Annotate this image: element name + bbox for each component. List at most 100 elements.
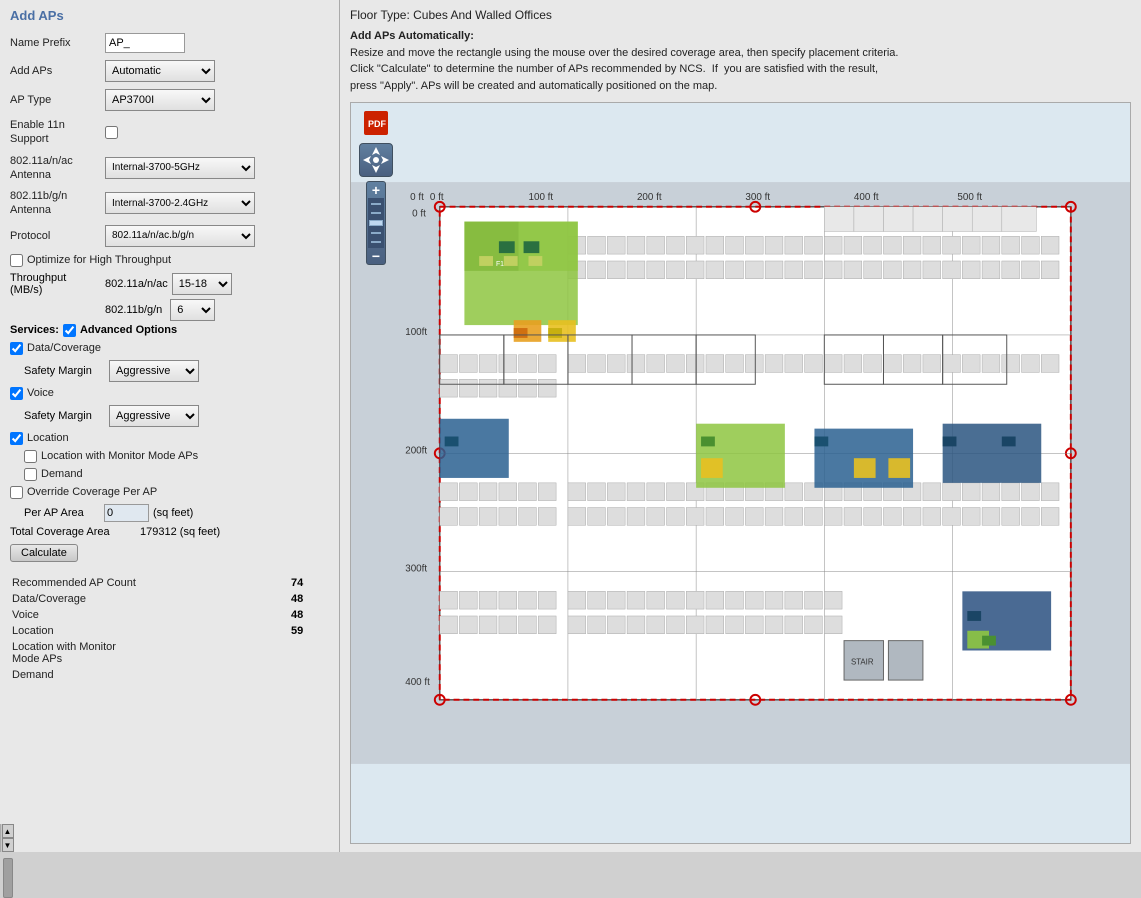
name-prefix-label: Name Prefix [10,36,105,50]
location-monitor-row: Location with Monitor Mode APs [24,450,329,463]
add-aps-select[interactable]: Automatic Manual [105,60,215,82]
throughput-b-row: 802.11b/g/n 6 12 [105,299,329,321]
data-coverage-result-label: Data/Coverage [12,592,281,606]
map-toolbar: PDF + [359,111,393,265]
name-prefix-row: Name Prefix [10,33,329,53]
svg-text:STAIR: STAIR [851,657,874,666]
data-coverage-result-value: 48 [283,592,327,606]
enable-11n-row: Enable 11nSupport [10,118,329,147]
calculate-button[interactable]: Calculate [10,544,78,562]
zoom-plus-btn[interactable]: + [366,182,386,198]
svg-text:500 ft: 500 ft [957,192,982,203]
instructions: Add APs Automatically: Resize and move t… [350,28,1131,94]
svg-text:PDF: PDF [368,119,386,129]
voice-result-value: 48 [283,608,327,622]
location-monitor-result-label: Location with MonitorMode APs [12,640,281,666]
per-ap-area-label: Per AP Area [24,507,104,519]
antenna-b-label: 802.11b/g/nAntenna [10,189,105,218]
data-coverage-checkbox[interactable] [10,342,23,355]
add-aps-row: Add APs Automatic Manual [10,60,329,82]
svg-text:0 ft: 0 ft [412,209,426,220]
per-ap-area-input[interactable] [104,504,149,522]
total-coverage-row: Total Coverage Area 179312 (sq feet) [10,526,329,538]
data-safety-margin-select[interactable]: Aggressive Nominal Conservative [109,360,199,382]
enable-11n-checkbox[interactable] [105,126,118,139]
add-aps-label: Add APs [10,64,105,78]
name-prefix-input[interactable] [105,33,185,53]
antenna-a-label: 802.11a/n/acAntenna [10,154,105,183]
location-label: Location [27,432,69,444]
data-coverage-result-row: Data/Coverage 48 [12,592,327,606]
protocol-label: Protocol [10,229,105,243]
voice-result-label: Voice [12,608,281,622]
zoom-minus-btn[interactable]: − [366,248,386,264]
throughput-label: Throughput(MB/s) [10,272,105,296]
location-result-row: Location 59 [12,624,327,638]
scroll-down-btn[interactable]: ▼ [2,838,14,852]
antenna-a-row: 802.11a/n/acAntenna Internal-3700-5GHz [10,154,329,183]
override-row: Override Coverage Per AP [10,486,329,499]
sq-feet-label: (sq feet) [153,507,193,519]
svg-text:200ft: 200ft [405,445,427,456]
floor-type-label: Floor Type: Cubes And Walled Offices [350,8,1131,22]
instruction-title: Add APs Automatically: [350,30,474,42]
location-monitor-label: Location with Monitor Mode APs [41,450,198,462]
svg-text:300ft: 300ft [405,564,427,575]
throughput-a-label: 802.11a/n/ac [105,278,168,290]
voice-safety-margin-select[interactable]: Aggressive Nominal Conservative [109,405,199,427]
enable-11n-label: Enable 11nSupport [10,118,105,147]
nav-control[interactable] [359,143,393,177]
location-monitor-checkbox[interactable] [24,450,37,463]
advanced-options-label: Advanced Options [80,324,177,336]
override-checkbox[interactable] [10,486,23,499]
svg-text:400 ft: 400 ft [405,677,430,688]
svg-text:200 ft: 200 ft [637,192,662,203]
svg-text:0 ft: 0 ft [410,192,424,203]
antenna-a-select[interactable]: Internal-3700-5GHz [105,157,255,179]
results-table: Recommended AP Count 74 Data/Coverage 48… [10,574,329,684]
location-result-value: 59 [283,624,327,638]
antenna-b-select[interactable]: Internal-3700-2.4GHz [105,192,255,214]
svg-text:100ft: 100ft [405,327,427,338]
location-monitor-result-row: Location with MonitorMode APs [12,640,327,666]
scroll-up-btn[interactable]: ▲ [2,824,14,838]
total-coverage-label: Total Coverage Area [10,526,140,538]
demand-checkbox[interactable] [24,468,37,481]
optimize-checkbox[interactable] [10,254,23,267]
svg-text:100 ft: 100 ft [528,192,553,203]
recommended-ap-row: Recommended AP Count 74 [12,576,327,590]
demand-result-row: Demand [12,668,327,682]
optimize-label: Optimize for High Throughput [27,254,171,266]
throughput-a-select[interactable]: 15-18 6 12 [172,273,232,295]
location-result-label: Location [12,624,281,638]
ap-type-row: AP Type AP3700I AP3700E [10,89,329,111]
protocol-row: Protocol 802.11a/n/ac.b/g/n [10,225,329,247]
throughput-b-select[interactable]: 6 12 [170,299,215,321]
advanced-options-checkbox[interactable] [63,324,76,337]
ap-type-label: AP Type [10,93,105,107]
demand-label: Demand [41,468,83,480]
left-panel: Add APs Name Prefix Add APs Automatic Ma… [0,0,340,852]
recommended-ap-value: 74 [283,576,327,590]
scroll-thumb[interactable] [3,858,13,898]
recommended-ap-label: Recommended AP Count [12,576,281,590]
data-coverage-row: Data/Coverage [10,342,329,355]
data-coverage-label: Data/Coverage [27,342,101,354]
location-checkbox[interactable] [10,432,23,445]
voice-checkbox[interactable] [10,387,23,400]
floor-plan-svg: 0 ft 0 ft 100 ft 200 ft 300 ft 400 ft 50… [351,103,1130,843]
panel-title: Add APs [10,8,329,23]
zoom-indicator [369,220,383,226]
pdf-icon[interactable]: PDF [364,111,388,135]
total-coverage-value: 179312 (sq feet) [140,526,220,538]
map-area[interactable]: 0 ft 0 ft 100 ft 200 ft 300 ft 400 ft 50… [350,102,1131,844]
optimize-row: Optimize for High Throughput [10,254,329,267]
ap-type-select[interactable]: AP3700I AP3700E [105,89,215,111]
voice-result-row: Voice 48 [12,608,327,622]
svg-text:F1: F1 [496,261,504,268]
throughput-row: Throughput(MB/s) 802.11a/n/ac 15-18 6 12 [10,272,329,296]
data-safety-margin-row: Safety Margin Aggressive Nominal Conserv… [24,360,329,382]
override-label: Override Coverage Per AP [27,486,157,498]
protocol-select[interactable]: 802.11a/n/ac.b/g/n [105,225,255,247]
antenna-b-row: 802.11b/g/nAntenna Internal-3700-2.4GHz [10,189,329,218]
